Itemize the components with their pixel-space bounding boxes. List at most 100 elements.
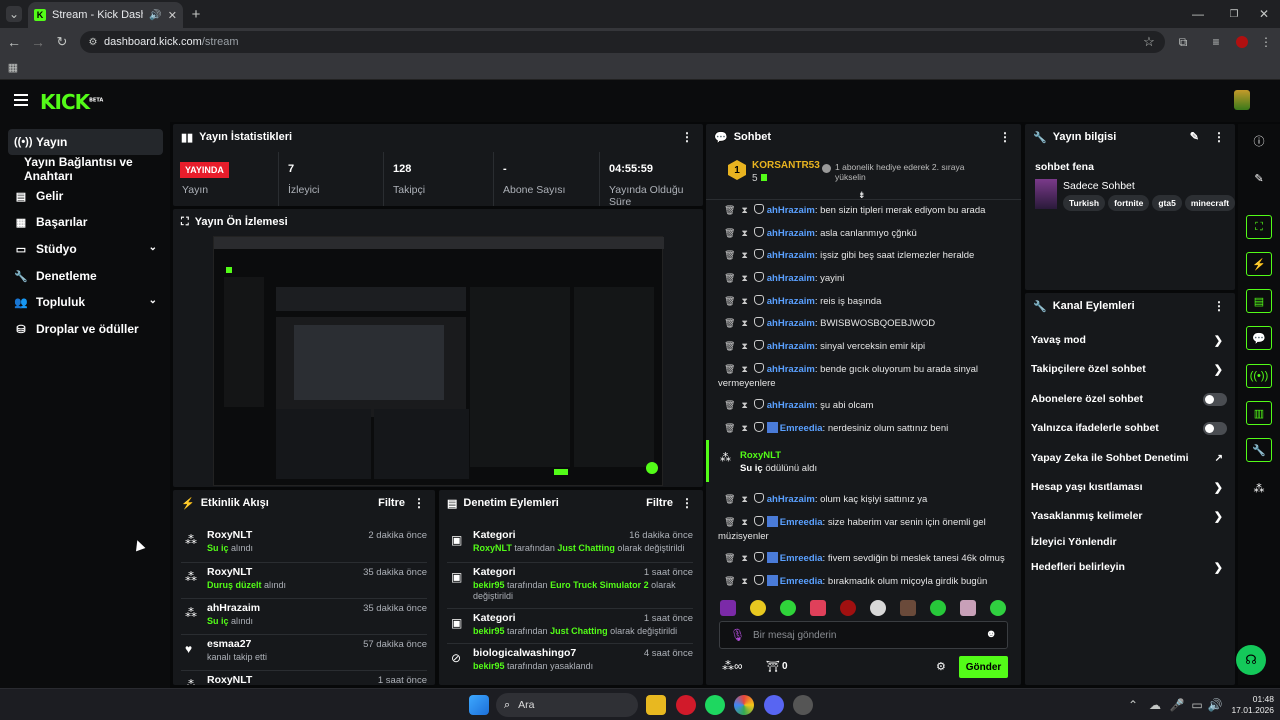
media-control-icon[interactable]: ≡ <box>1208 34 1224 50</box>
action-viewer-redirect[interactable]: İzleyici Yönlendir <box>1031 531 1229 553</box>
new-tab-icon[interactable]: + <box>188 6 204 23</box>
emote-icon[interactable] <box>930 600 946 616</box>
sidebar-item-droplar[interactable]: ⛁ Droplar ve ödüller <box>8 316 163 342</box>
timeout-icon[interactable]: ⧗ <box>741 250 747 260</box>
collapse-icon[interactable]: ⇟ <box>858 190 866 201</box>
chat-username[interactable]: Emreedia <box>780 553 823 564</box>
chat-username[interactable]: ahHrazaim <box>767 228 815 239</box>
url-field[interactable]: ⚙ dashboard.kick.com/stream ☆ <box>80 31 1165 53</box>
bookmark-star-icon[interactable]: ☆ <box>1141 34 1157 50</box>
support-chat-icon[interactable]: ☊ <box>1236 645 1266 675</box>
chat-username[interactable]: Emreedia <box>780 423 823 434</box>
action-followers-only[interactable]: Takipçilere özel sohbet ❯ <box>1031 358 1229 380</box>
steam-icon[interactable] <box>793 695 813 715</box>
more-options-icon[interactable]: ⋮ <box>1213 299 1225 313</box>
browser-menu-icon[interactable]: ⋮ <box>1258 34 1274 50</box>
timeout-icon[interactable]: ⧗ <box>741 318 747 328</box>
more-options-icon[interactable]: ⋮ <box>413 496 425 510</box>
trash-icon[interactable]: 🗑 <box>724 341 735 351</box>
timeout-icon[interactable]: ⧗ <box>741 205 747 215</box>
browser-tab[interactable]: K Stream - Kick Dashboard 🔊 ✕ <box>28 2 183 28</box>
hamburger-menu-icon[interactable] <box>14 94 28 106</box>
chat-toggle-icon[interactable]: 💬 <box>1246 326 1272 350</box>
microphone-icon[interactable]: 🎤 <box>1170 697 1185 713</box>
chat-username[interactable]: Emreedia <box>780 576 823 587</box>
activity-user[interactable]: RoxyNLT <box>207 529 252 541</box>
chat-username[interactable]: Emreedia <box>780 517 823 528</box>
action-goals[interactable]: Hedefleri belirleyin ❯ <box>1031 556 1229 578</box>
trash-icon[interactable]: 🗑 <box>724 228 735 238</box>
trash-icon[interactable]: 🗑 <box>724 400 735 410</box>
modlog-user[interactable]: bekir95 <box>473 626 505 636</box>
chat-username[interactable]: ahHrazaim <box>767 273 815 284</box>
forward-icon[interactable]: → <box>30 34 46 50</box>
restore-icon[interactable]: ❐ <box>1226 6 1242 22</box>
emote-icon[interactable] <box>900 600 916 616</box>
sidebar-item-basarilar[interactable]: ▦ Başarılar <box>8 209 163 235</box>
chat-username[interactable]: ahHrazaim <box>767 341 815 352</box>
redeem-user[interactable]: RoxyNLT <box>740 450 781 461</box>
chrome-icon[interactable] <box>734 695 754 715</box>
emote-icon[interactable] <box>870 600 886 616</box>
chat-settings-icon[interactable]: ⚙ <box>936 660 946 673</box>
action-banned-words[interactable]: Yasaklanmış kelimeler ❯ <box>1031 505 1229 527</box>
trash-icon[interactable]: 🗑 <box>724 250 735 260</box>
sidebar-item-stream-key[interactable]: Yayın Bağlantısı ve Anahtarı <box>18 155 168 183</box>
more-options-icon[interactable]: ⋮ <box>999 130 1011 144</box>
trash-icon[interactable]: 🗑 <box>724 273 735 283</box>
opera-icon[interactable] <box>676 695 696 715</box>
reload-icon[interactable]: ↻ <box>54 34 70 50</box>
modlog-user[interactable]: bekir95 <box>473 661 505 671</box>
sidebar-item-studyo[interactable]: ▭ Stüdyo ⌄ <box>8 236 163 262</box>
sidebar-item-topluluk[interactable]: 👥 Topluluk ⌄ <box>8 289 163 315</box>
trash-icon[interactable]: 🗑 <box>724 423 735 433</box>
action-ai-moderation[interactable]: Yapay Zeka ile Sohbet Denetimi ↗ <box>1031 447 1229 469</box>
timeout-icon[interactable]: ⧗ <box>741 296 747 306</box>
onedrive-icon[interactable]: ☁ <box>1148 697 1162 713</box>
apps-grid-icon[interactable]: ▦ <box>6 60 20 74</box>
timeout-icon[interactable]: ⧗ <box>741 517 747 527</box>
trash-icon[interactable]: 🗑 <box>724 553 735 563</box>
timeout-icon[interactable]: ⧗ <box>741 494 747 504</box>
timeout-icon[interactable]: ⧗ <box>741 400 747 410</box>
volume-icon[interactable]: 🔊 <box>1208 697 1223 713</box>
broadcast-toggle-icon[interactable]: ((•)) <box>1246 364 1272 388</box>
kick-logo[interactable]: KICKBETA <box>40 90 103 114</box>
filter-button[interactable]: Filtre <box>646 497 673 509</box>
action-slow-mode[interactable]: Yavaş mod ❯ <box>1031 329 1229 351</box>
trash-icon[interactable]: 🗑 <box>724 517 735 527</box>
modlog-title[interactable]: biologicalwashingo7 <box>473 647 576 659</box>
activity-user[interactable]: RoxyNLT <box>207 566 252 578</box>
taskbar-search[interactable]: ⌕ Ara <box>496 693 638 717</box>
sidebar-item-gelir[interactable]: ▤ Gelir <box>8 183 163 209</box>
chat-username[interactable]: ahHrazaim <box>767 494 815 505</box>
edit-icon[interactable]: ✎ <box>1190 130 1199 143</box>
tab-search-icon[interactable]: ⌄ <box>6 6 22 22</box>
more-options-icon[interactable]: ⋮ <box>1213 130 1225 144</box>
timeout-icon[interactable]: ⧗ <box>741 228 747 238</box>
chat-username[interactable]: ahHrazaim <box>767 364 815 375</box>
timeout-icon[interactable]: ⧗ <box>741 423 747 433</box>
emote-icon[interactable] <box>840 600 856 616</box>
minimize-icon[interactable]: — <box>1190 6 1206 22</box>
close-tab-icon[interactable]: ✕ <box>168 9 177 22</box>
emote-icon[interactable] <box>720 600 736 616</box>
modlog-user[interactable]: RoxyNLT <box>473 543 512 553</box>
chat-username[interactable]: ahHrazaim <box>767 296 815 307</box>
activity-toggle-icon[interactable]: ⚡ <box>1246 252 1272 276</box>
windows-start-icon[interactable] <box>469 695 489 715</box>
action-account-age[interactable]: Hesap yaşı kısıtlaması ❯ <box>1031 476 1229 498</box>
emoji-icon[interactable]: ☻ <box>985 628 997 640</box>
toggle-switch[interactable] <box>1203 422 1227 435</box>
back-icon[interactable]: ← <box>6 34 22 50</box>
wrench-toggle-icon[interactable]: 🔧 <box>1246 438 1272 462</box>
emote-icon[interactable] <box>780 600 796 616</box>
taskbar-clock[interactable]: 01:48 17.01.2026 <box>1230 694 1274 716</box>
emote-icon[interactable] <box>960 600 976 616</box>
network-icon[interactable]: ▭ <box>1190 697 1204 713</box>
sidebar-item-denetleme[interactable]: 🔧 Denetleme <box>8 263 163 289</box>
close-window-icon[interactable]: ✕ <box>1256 6 1272 22</box>
speaker-icon[interactable]: 🔊 <box>149 10 161 21</box>
stream-preview-video[interactable] <box>213 236 664 486</box>
emote-icon[interactable] <box>990 600 1006 616</box>
